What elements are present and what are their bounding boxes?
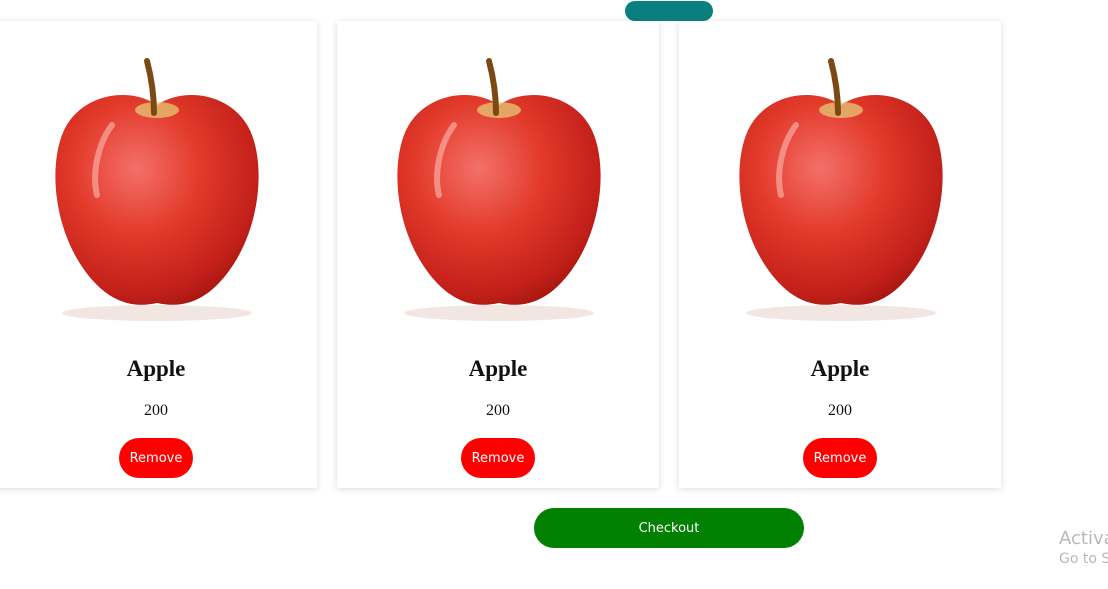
- activation-watermark: Activa Go to S: [1059, 528, 1108, 567]
- remove-button[interactable]: Remove: [119, 438, 193, 478]
- product-name: Apple: [126, 356, 186, 381]
- watermark-line-1: Activa: [1059, 528, 1108, 549]
- watermark-line-2: Go to S: [1059, 551, 1108, 567]
- apple-image: [55, 58, 259, 321]
- product-card: Apple 200 Remove: [337, 21, 659, 488]
- apple-image: [739, 58, 943, 321]
- product-price: 200: [486, 402, 510, 419]
- remove-button[interactable]: Remove: [461, 438, 535, 478]
- product-price: 200: [144, 402, 168, 419]
- product-name: Apple: [468, 356, 528, 381]
- product-price: 200: [828, 402, 852, 419]
- product-card: Apple 200 Remove: [679, 21, 1001, 488]
- product-card: Apple 200 Remove: [0, 21, 317, 488]
- top-scroll-indicator[interactable]: [625, 1, 713, 21]
- apple-image: [397, 58, 601, 321]
- product-name: Apple: [810, 356, 870, 381]
- remove-button[interactable]: Remove: [803, 438, 877, 478]
- checkout-button[interactable]: Checkout: [534, 508, 804, 548]
